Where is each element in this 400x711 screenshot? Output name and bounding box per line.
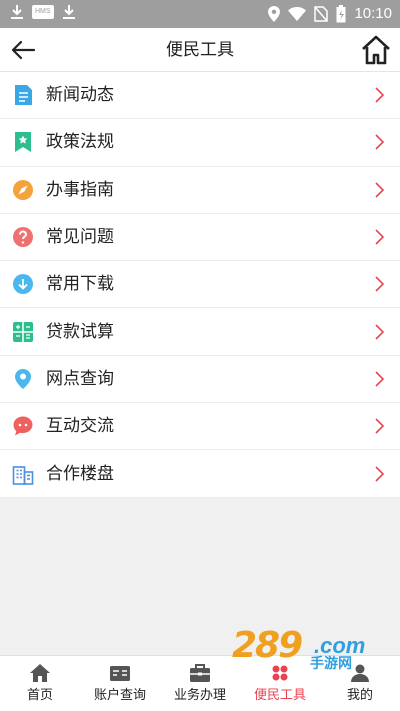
tab-label: 首页 [26,688,53,703]
menu-item-news[interactable]: 新闻动态 [0,72,400,120]
chevron-right-icon [375,465,384,482]
tab-label: 便民工具 [253,688,306,703]
page-title: 便民工具 [166,40,234,60]
tab-account-query[interactable]: 账户查询 [80,656,160,711]
menu-item-label: 网点查询 [46,368,114,389]
compass-guide-icon [13,179,33,200]
menu-item-partner-properties[interactable]: 合作楼盘 [0,450,400,498]
tab-label: 账户查询 [93,688,146,703]
menu-item-label: 互动交流 [46,416,114,437]
menu-item-label: 常见问题 [46,227,114,248]
home-icon[interactable] [360,34,392,66]
status-time: 10:10 [354,5,392,22]
chevron-right-icon [375,229,384,245]
watermark-number: 289 [232,625,303,666]
buildings-icon [12,465,34,485]
status-bar: HMS 10:10 [0,0,400,28]
menu-item-downloads[interactable]: 常用下载 [0,261,400,309]
watermark-domain: .com [314,633,366,658]
policy-bookmark-icon [15,132,31,153]
account-card-icon [110,666,130,681]
chevron-right-icon [375,324,384,340]
wifi-icon [288,7,307,21]
watermark-subtitle: 手游网 [310,656,352,672]
no-sim-icon [314,6,329,22]
menu-item-guide[interactable]: 办事指南 [0,167,400,214]
menu-item-loan-calculator[interactable]: 贷款试算 [0,308,400,356]
news-document-icon [15,85,32,106]
battery-icon [336,5,346,23]
chevron-right-icon [375,182,384,198]
menu-item-label: 合作楼盘 [46,463,114,484]
chevron-right-icon [375,87,384,103]
chevron-right-icon [375,134,384,151]
chevron-right-icon [375,418,384,434]
tab-label: 我的 [346,688,373,703]
chat-bubble-icon [13,416,33,436]
home-tab-icon [30,664,50,682]
menu-item-branch-search[interactable]: 网点查询 [0,356,400,404]
tab-home[interactable]: 首页 [0,656,80,711]
download-icon [13,274,33,295]
site-watermark-logo: 289 .com 手游网 [232,626,380,678]
question-icon [13,227,33,248]
location-status-icon [268,6,281,22]
tools-menu-list: 新闻动态 政策法规 办事指南 常见问题 常用下载 贷款试算 网点查询 互动交流 [0,72,400,498]
menu-item-label: 新闻动态 [46,85,114,106]
menu-item-policy[interactable]: 政策法规 [0,119,400,167]
chevron-right-icon [375,276,384,292]
chevron-right-icon [375,371,384,387]
menu-item-label: 常用下载 [46,274,114,295]
tab-business[interactable]: 业务办理 [160,656,240,711]
menu-item-label: 贷款试算 [46,321,114,342]
menu-item-faq[interactable]: 常见问题 [0,214,400,262]
tab-label: 业务办理 [173,688,226,703]
download-notification-icon [11,5,23,19]
hms-badge: HMS [32,5,54,19]
menu-item-label: 办事指南 [46,179,114,200]
app-bar: 便民工具 [0,28,400,72]
calculator-icon [13,321,33,342]
download-notification-icon [62,5,75,19]
menu-item-label: 政策法规 [46,132,114,153]
location-pin-icon [15,368,31,389]
menu-item-interaction[interactable]: 互动交流 [0,403,400,451]
briefcase-icon [190,664,210,682]
